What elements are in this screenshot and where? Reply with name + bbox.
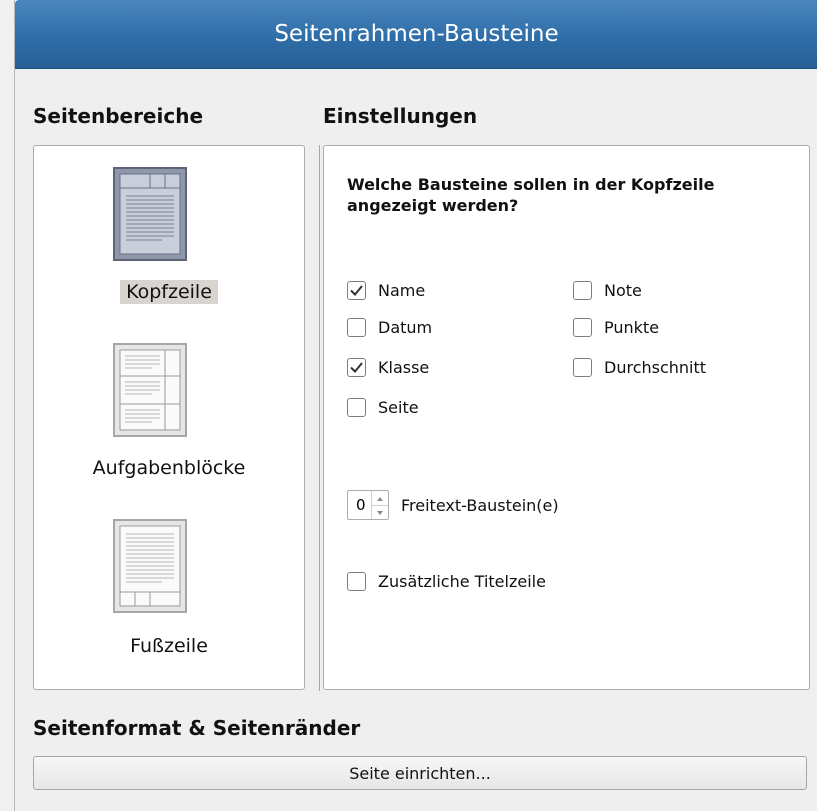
freetext-count-value[interactable]: 0: [356, 496, 366, 514]
checkbox-grade-label: Note: [604, 281, 642, 300]
freetext-count-spinbox[interactable]: 0: [347, 490, 389, 520]
checkbox-date[interactable]: Datum: [347, 318, 432, 337]
checkbox-page[interactable]: Seite: [347, 398, 419, 417]
checkbox-date-box[interactable]: [347, 318, 366, 337]
page-areas-list: Kopfzeile Aufgabenblöcke Fußzeile: [33, 145, 305, 690]
area-item-header[interactable]: Kopfzeile: [34, 166, 304, 316]
chevron-up-icon: [377, 497, 383, 501]
settings-heading: Einstellungen: [323, 104, 478, 128]
areas-heading: Seitenbereiche: [33, 104, 204, 128]
chevron-down-icon: [377, 511, 383, 515]
checkbox-points-box[interactable]: [573, 318, 592, 337]
checkbox-extra-title[interactable]: Zusätzliche Titelzeile: [347, 572, 546, 591]
freetext-label: Freitext-Baustein(e): [401, 496, 559, 515]
settings-question: Welche Bausteine sollen in der Kopfzeile…: [347, 175, 715, 215]
area-item-blocks[interactable]: Aufgabenblöcke: [34, 342, 304, 492]
check-icon: [350, 285, 363, 296]
checkbox-points-label: Punkte: [604, 318, 660, 337]
checkbox-average-box[interactable]: [573, 358, 592, 377]
spin-down-button[interactable]: [372, 505, 388, 519]
checkbox-average-label: Durchschnitt: [604, 358, 707, 377]
checkbox-average[interactable]: Durchschnitt: [573, 358, 706, 377]
page-format-heading: Seitenformat & Seitenränder: [33, 716, 361, 740]
check-icon: [350, 362, 363, 373]
checkbox-page-box[interactable]: [347, 398, 366, 417]
checkbox-date-label: Datum: [378, 318, 433, 337]
checkbox-name-label: Name: [378, 281, 426, 300]
page-header-icon: [113, 167, 187, 261]
page-setup-button[interactable]: Seite einrichten...: [33, 756, 807, 790]
area-label-footer: Fußzeile: [130, 635, 208, 657]
checkbox-grade-box[interactable]: [573, 281, 592, 300]
dialog-panel: Seitenrahmen-Bausteine Seitenbereiche Ei…: [14, 0, 817, 811]
area-label-header: Kopfzeile: [120, 280, 218, 304]
checkbox-name[interactable]: Name: [347, 281, 425, 300]
spin-buttons: [371, 491, 388, 519]
vertical-divider: [319, 145, 320, 691]
spin-up-button[interactable]: [372, 491, 388, 506]
window-title: Seitenrahmen-Bausteine: [15, 0, 817, 69]
area-label-blocks: Aufgabenblöcke: [92, 457, 246, 479]
checkbox-class-box[interactable]: [347, 358, 366, 377]
settings-panel: Welche Bausteine sollen in der Kopfzeile…: [323, 145, 810, 690]
checkbox-name-box[interactable]: [347, 281, 366, 300]
page-blocks-icon: [113, 343, 187, 437]
checkbox-page-label: Seite: [378, 398, 419, 417]
checkbox-class-label: Klasse: [378, 358, 430, 377]
area-item-footer[interactable]: Fußzeile: [34, 518, 304, 668]
checkbox-extra-title-box[interactable]: [347, 572, 366, 591]
checkbox-grade[interactable]: Note: [573, 281, 642, 300]
checkbox-points[interactable]: Punkte: [573, 318, 659, 337]
page-footer-icon: [113, 519, 187, 613]
checkbox-class[interactable]: Klasse: [347, 358, 429, 377]
checkbox-extra-title-label: Zusätzliche Titelzeile: [378, 572, 546, 591]
